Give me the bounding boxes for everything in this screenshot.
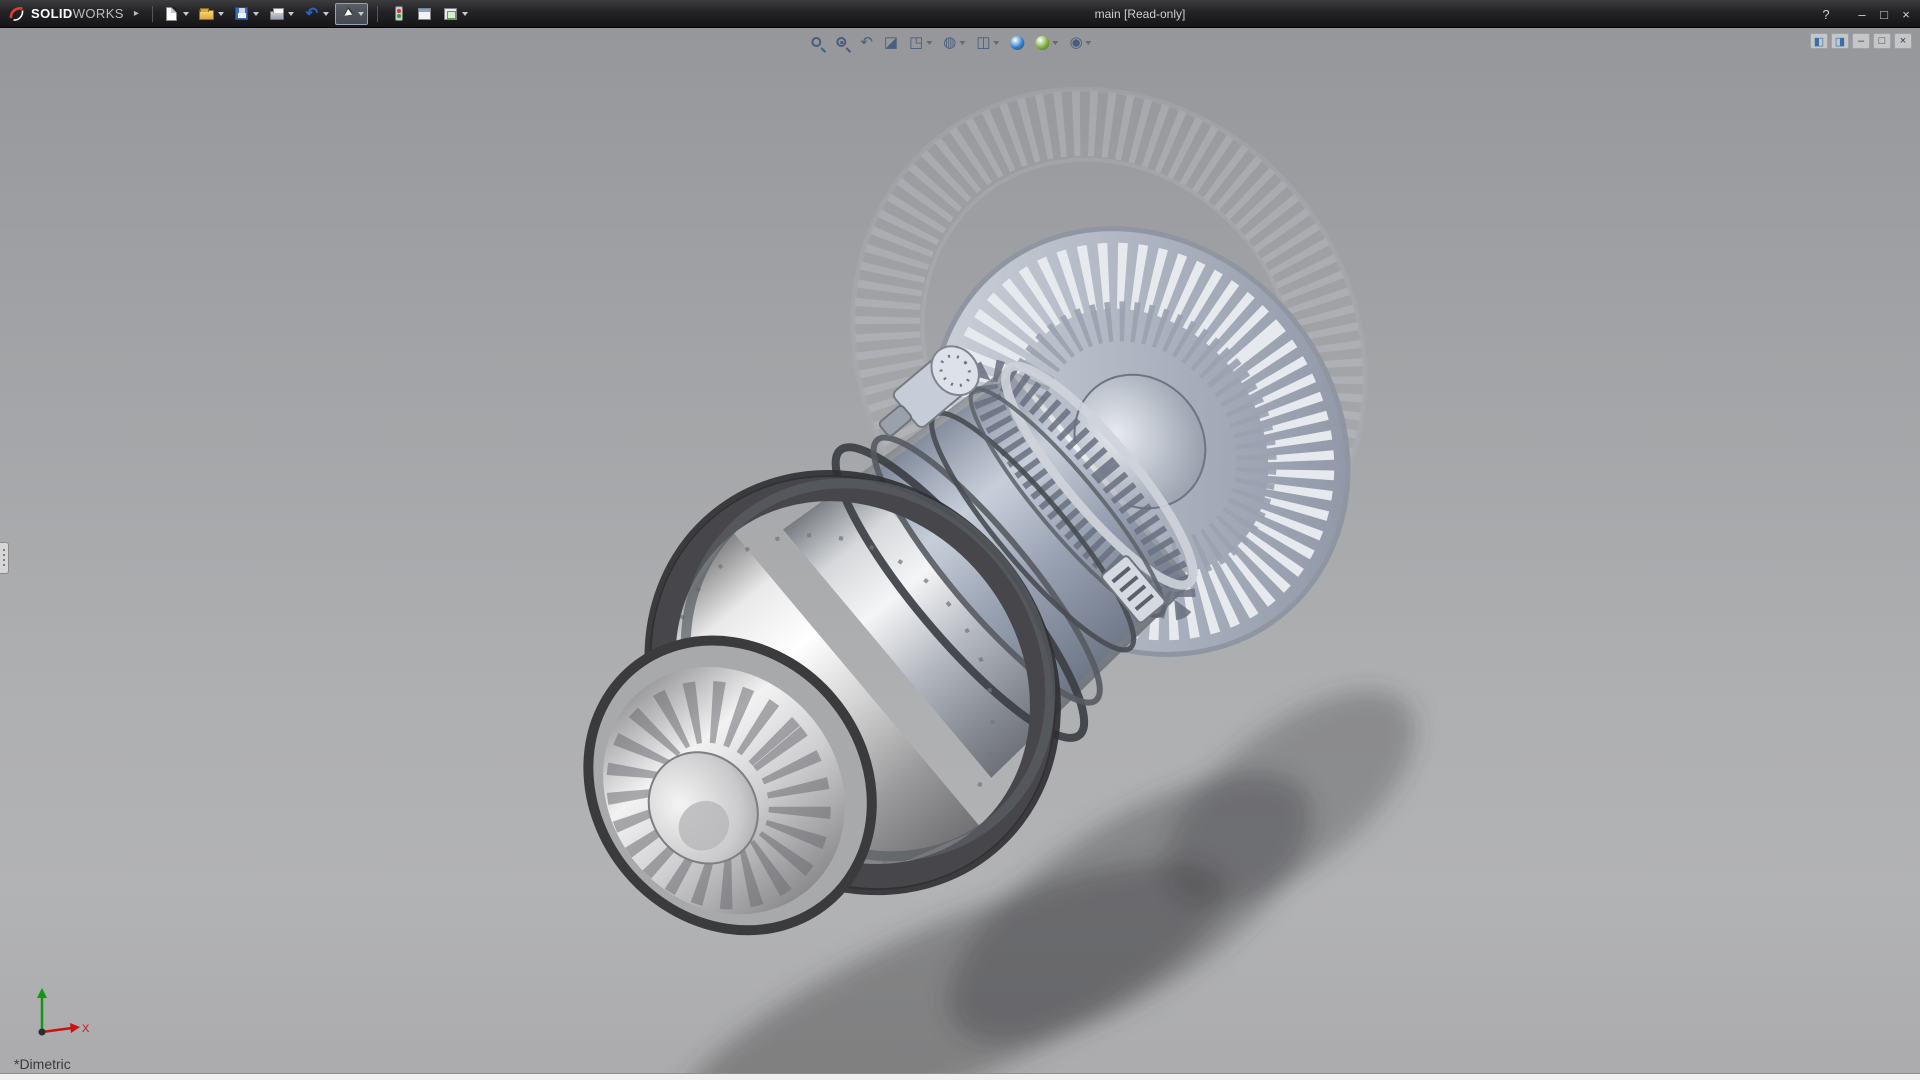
document-close-button[interactable]: × bbox=[1894, 33, 1912, 49]
undo-button[interactable]: ↶ bbox=[300, 3, 333, 25]
restore-button[interactable]: □ bbox=[1874, 4, 1894, 24]
hide-show-items-caret[interactable] bbox=[994, 41, 1000, 45]
minimize-button[interactable]: – bbox=[1852, 4, 1872, 24]
print-button[interactable] bbox=[265, 3, 298, 25]
print-icon bbox=[269, 6, 285, 22]
heads-up-view-toolbar: ↶ ◪ ◳ ◍ ◫ bbox=[806, 32, 1095, 54]
solidworks-logo-icon bbox=[8, 5, 26, 23]
open-icon bbox=[199, 6, 215, 22]
featuremanager-pane-toggle[interactable]: ◧ bbox=[1810, 33, 1828, 49]
view-orientation-button[interactable]: ◳ bbox=[905, 32, 936, 54]
title-bar: SOLIDWORKS ▸ ↶ bbox=[0, 0, 1920, 28]
open-caret[interactable] bbox=[218, 12, 224, 16]
options-button[interactable] bbox=[439, 3, 472, 25]
undo-caret[interactable] bbox=[323, 12, 329, 16]
apply-scene-caret[interactable] bbox=[1053, 41, 1059, 45]
orientation-triad: X bbox=[24, 984, 94, 1050]
standard-toolbar: ↶ ▲ bbox=[160, 3, 472, 25]
help-button[interactable]: ? bbox=[1816, 4, 1836, 24]
document-window-controls: ◧ ◨ – □ × bbox=[1810, 33, 1912, 49]
window-controls: ? – □ × bbox=[1816, 0, 1916, 28]
save-caret[interactable] bbox=[253, 12, 259, 16]
display-style-icon: ◍ bbox=[943, 35, 956, 51]
view-orientation-label: *Dimetric bbox=[14, 1056, 71, 1072]
select-button[interactable]: ▲ bbox=[335, 3, 368, 25]
zoom-to-area-button[interactable] bbox=[831, 32, 853, 54]
view-settings-caret[interactable] bbox=[1086, 41, 1092, 45]
graphics-viewport[interactable]: ↶ ◪ ◳ ◍ ◫ bbox=[0, 28, 1920, 1080]
edit-appearance-sphere-icon bbox=[1011, 36, 1025, 50]
display-pane-toggle[interactable]: ◨ bbox=[1831, 33, 1849, 49]
section-view-icon: ◪ bbox=[884, 35, 898, 51]
status-bar bbox=[0, 1073, 1920, 1080]
print-caret[interactable] bbox=[288, 12, 294, 16]
viewport-canvas[interactable] bbox=[0, 28, 1920, 1080]
previous-view-button[interactable]: ↶ bbox=[856, 32, 877, 54]
panel-splitter-tab[interactable] bbox=[0, 542, 9, 574]
options-icon bbox=[443, 6, 459, 22]
display-style-caret[interactable] bbox=[959, 41, 965, 45]
zoom-to-fit-icon bbox=[811, 37, 821, 47]
undo-icon: ↶ bbox=[304, 6, 320, 22]
solidworks-window: SOLIDWORKS ▸ ↶ bbox=[0, 0, 1920, 1080]
document-title: main [Read-only] bbox=[1095, 0, 1186, 28]
previous-view-icon: ↶ bbox=[860, 35, 873, 51]
triad-x-label: X bbox=[82, 1023, 90, 1035]
select-caret[interactable] bbox=[358, 12, 364, 16]
view-orientation-cube-icon: ◳ bbox=[909, 35, 923, 51]
view-settings-icon: ◉ bbox=[1070, 35, 1083, 51]
close-button[interactable]: × bbox=[1896, 4, 1916, 24]
file-properties-button[interactable] bbox=[413, 3, 437, 25]
zoom-to-area-icon bbox=[836, 37, 846, 47]
model-spinner[interactable] bbox=[530, 583, 931, 988]
select-cursor-icon: ▲ bbox=[339, 6, 355, 22]
toolbar-separator bbox=[377, 6, 378, 22]
options-caret[interactable] bbox=[462, 12, 468, 16]
view-orientation-caret[interactable] bbox=[926, 41, 932, 45]
hide-show-items-icon: ◫ bbox=[976, 35, 990, 51]
new-document-caret[interactable] bbox=[183, 12, 189, 16]
section-view-button[interactable]: ◪ bbox=[880, 32, 902, 54]
apply-scene-sphere-icon bbox=[1036, 36, 1050, 50]
save-button[interactable] bbox=[230, 3, 263, 25]
app-name: SOLIDWORKS bbox=[31, 6, 124, 21]
zoom-to-fit-button[interactable] bbox=[806, 32, 828, 54]
file-properties-icon bbox=[417, 6, 433, 22]
rebuild-button[interactable] bbox=[387, 3, 411, 25]
toolbar-separator bbox=[152, 6, 153, 22]
open-button[interactable] bbox=[195, 3, 228, 25]
apply-scene-button[interactable] bbox=[1032, 32, 1063, 54]
save-icon bbox=[234, 6, 250, 22]
edit-appearance-button[interactable] bbox=[1007, 32, 1029, 54]
toolbar-expand-arrow[interactable]: ▸ bbox=[134, 8, 139, 19]
display-style-button[interactable]: ◍ bbox=[939, 32, 969, 54]
document-minimize-button[interactable]: – bbox=[1852, 33, 1870, 49]
new-document-button[interactable] bbox=[160, 3, 193, 25]
app-logo: SOLIDWORKS bbox=[0, 5, 132, 23]
new-document-icon bbox=[164, 6, 180, 22]
view-settings-button[interactable]: ◉ bbox=[1066, 32, 1096, 54]
rebuild-traffic-light-icon bbox=[391, 6, 407, 22]
hide-show-items-button[interactable]: ◫ bbox=[972, 32, 1003, 54]
document-restore-button[interactable]: □ bbox=[1873, 33, 1891, 49]
